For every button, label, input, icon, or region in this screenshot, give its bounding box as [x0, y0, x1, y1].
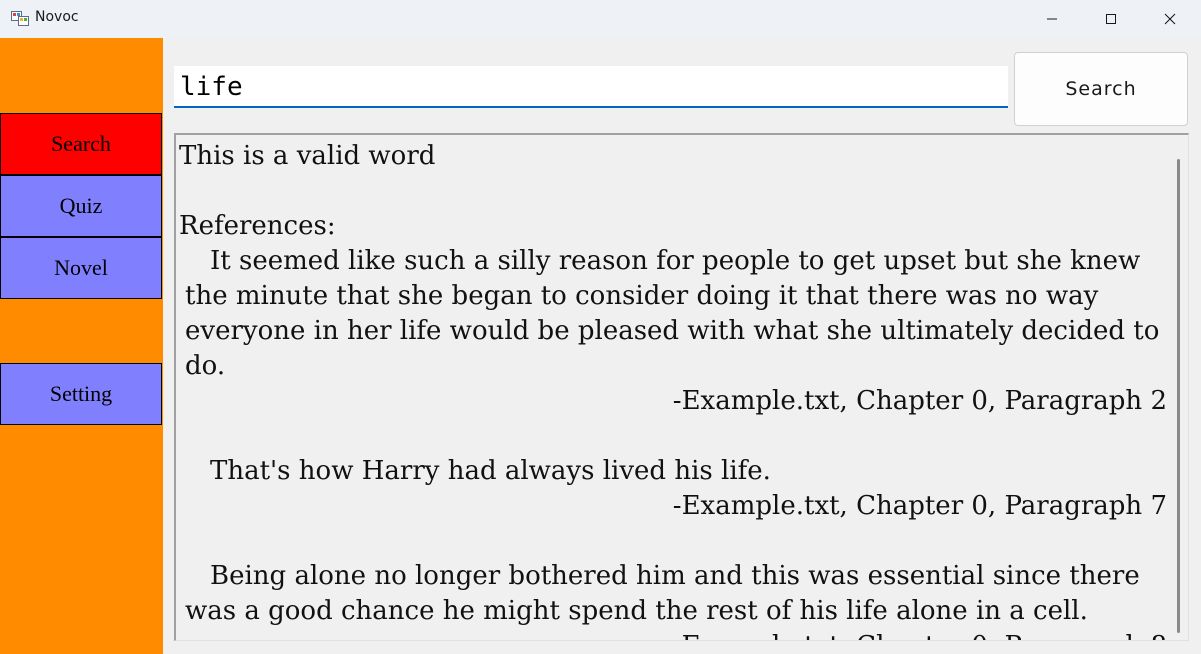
- result-content: This is a valid word References: It seem…: [179, 139, 1167, 640]
- title-bar: Novoc: [0, 0, 1201, 38]
- reference-source: -Example.txt, Chapter 0, Paragraph 8: [179, 629, 1167, 640]
- sidebar-item-setting[interactable]: Setting: [0, 363, 162, 425]
- minimize-icon: [1046, 10, 1058, 29]
- sidebar-item-novel[interactable]: Novel: [0, 237, 162, 299]
- search-input[interactable]: [174, 66, 1008, 108]
- sidebar: Search Quiz Novel Setting: [0, 38, 163, 654]
- result-panel[interactable]: This is a valid word References: It seem…: [174, 133, 1189, 641]
- reference-text: That's how Harry had always lived his li…: [210, 456, 771, 486]
- sidebar-item-label: Quiz: [59, 193, 103, 218]
- references-heading: References:: [179, 211, 336, 241]
- minimize-button[interactable]: [1023, 0, 1081, 38]
- sidebar-item-label: Novel: [54, 255, 108, 280]
- reference-text: Being alone no longer bothered him and t…: [185, 561, 1140, 626]
- reference-text: It seemed like such a silly reason for p…: [185, 246, 1160, 381]
- result-status: This is a valid word: [179, 141, 436, 171]
- close-icon: [1164, 10, 1176, 29]
- maximize-icon: [1105, 10, 1117, 29]
- reference-source: -Example.txt, Chapter 0, Paragraph 2: [672, 386, 1167, 416]
- maximize-button[interactable]: [1082, 0, 1140, 38]
- search-button[interactable]: Search: [1014, 52, 1188, 126]
- vertical-scrollbar[interactable]: [1177, 159, 1180, 633]
- reference-source: -Example.txt, Chapter 0, Paragraph 7: [672, 491, 1167, 521]
- sidebar-item-label: Search: [51, 131, 111, 156]
- app-window: Novoc Search Quiz Novel Setting life Sea…: [0, 0, 1201, 654]
- app-icon: [11, 10, 29, 26]
- close-button[interactable]: [1141, 0, 1199, 38]
- sidebar-item-quiz[interactable]: Quiz: [0, 175, 162, 237]
- sidebar-item-search[interactable]: Search: [0, 113, 162, 175]
- sidebar-item-label: Setting: [49, 381, 113, 406]
- window-title: Novoc: [35, 9, 79, 25]
- search-button-label: Search: [1065, 78, 1137, 100]
